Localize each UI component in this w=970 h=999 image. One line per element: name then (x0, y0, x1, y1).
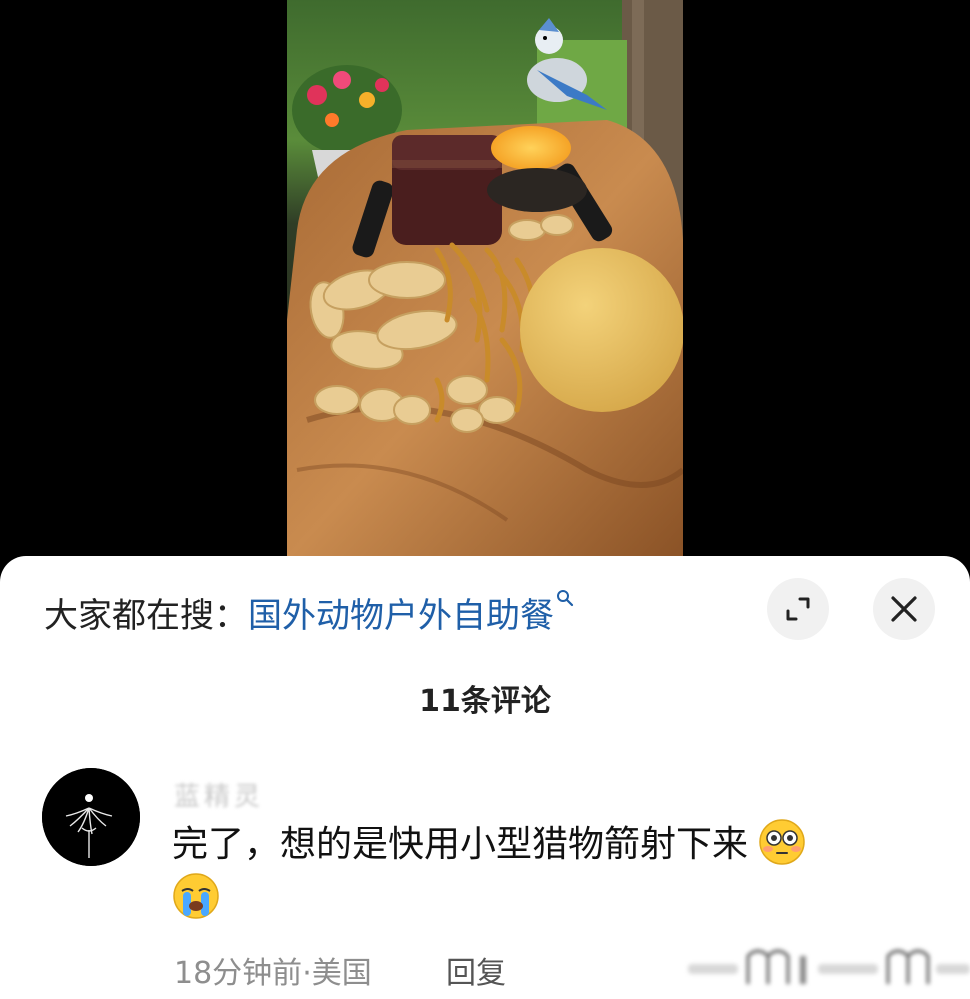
trending-search[interactable]: 大家都在搜： 国外动物户外自助餐 (44, 588, 574, 636)
comment-username[interactable]: 蓝精灵 (174, 776, 264, 813)
lotus-avatar-icon (42, 768, 140, 866)
comment-body: 完了，想的是快用小型猎物箭射下来 (172, 824, 749, 865)
like-dislike-icon (688, 949, 970, 984)
comment-meta: 18分钟前·美国 (174, 948, 372, 992)
comment-time: 18分钟前 (174, 956, 303, 991)
expand-icon (786, 597, 810, 621)
search-icon (556, 588, 574, 612)
comment-location: 美国 (311, 956, 372, 991)
comment-count: 11条评论 (419, 684, 551, 719)
close-icon (891, 596, 917, 622)
flushed-face-emoji-icon (758, 818, 806, 866)
reply-button[interactable]: 回复 (446, 948, 506, 992)
trending-search-term[interactable]: 国外动物户外自助餐 (248, 588, 554, 637)
loudly-crying-face-emoji-icon (172, 872, 220, 920)
avatar[interactable] (42, 768, 140, 866)
meta-separator: · (302, 956, 312, 991)
comment-actions-blurred[interactable] (688, 942, 970, 992)
expand-button[interactable] (767, 578, 829, 640)
close-button[interactable] (873, 578, 935, 640)
trending-search-prefix: 大家都在搜： (44, 595, 248, 636)
comments-sheet: 大家都在搜： 国外动物户外自助餐 11条评论 蓝精灵 完了，想的是快用小型猎物箭… (0, 556, 970, 999)
bird-feeder-photo (287, 0, 683, 560)
post-photo[interactable] (287, 0, 683, 560)
comment-text: 完了，想的是快用小型猎物箭射下来 (172, 818, 892, 926)
